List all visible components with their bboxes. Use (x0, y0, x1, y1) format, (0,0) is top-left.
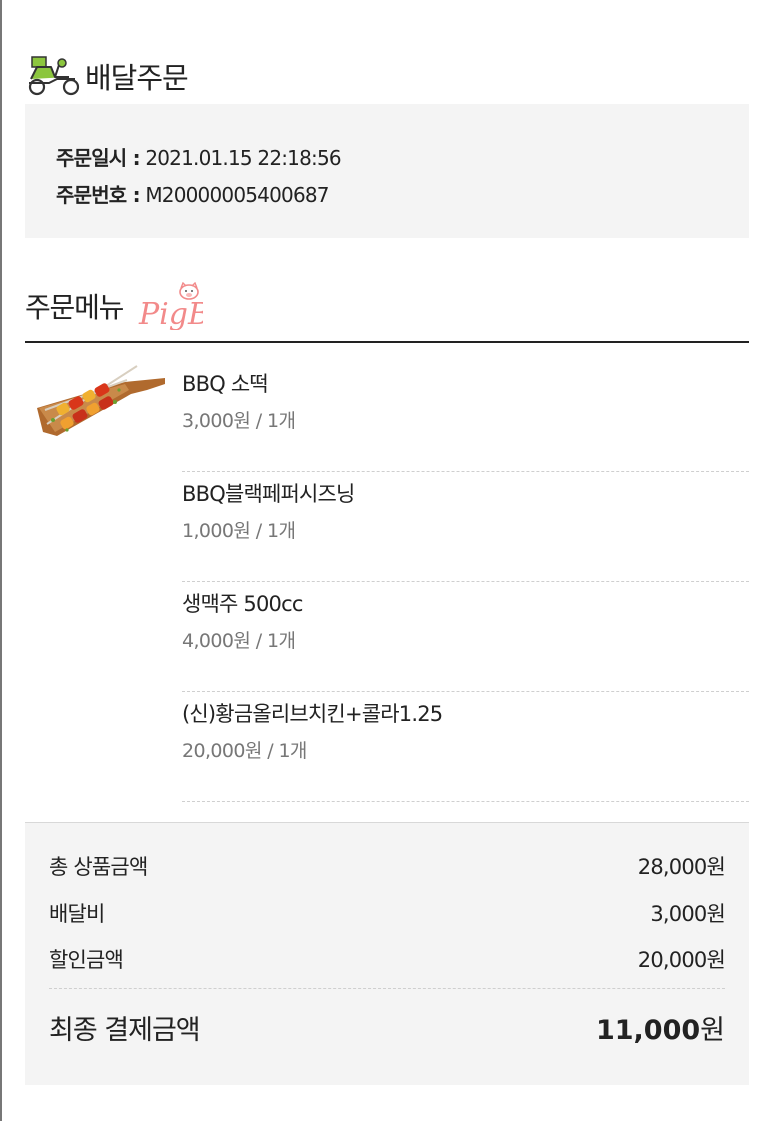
menu-item-name: 생맥주 500cc (182, 592, 303, 616)
payment-summary: 총 상품금액 28,000원 배달비 3,000원 할인금액 20,000원 최… (25, 822, 749, 1085)
order-number-label: 주문번호 : (56, 183, 141, 207)
total-row: 총 상품금액 28,000원 (49, 851, 726, 881)
discount-label: 할인금액 (49, 948, 124, 972)
final-amount: 11,000원 (596, 1008, 725, 1047)
menu-title-row: 주문메뉴 PigB (25, 282, 203, 330)
menu-item-name: BBQ 소떡 (182, 372, 269, 396)
order-date-row: 주문일시 : 2021.01.15 22:18:56 (56, 142, 342, 171)
order-number-value: M20000005400687 (139, 183, 329, 207)
final-amount-row: 최종 결제금액 11,000원 (49, 1008, 725, 1047)
summary-divider (49, 988, 725, 989)
order-date-label: 주문일시 : (56, 146, 141, 170)
delivery-fee-label: 배달비 (49, 902, 105, 926)
menu-item-name: BBQ블랙페퍼시즈닝 (182, 482, 355, 506)
final-amount-unit: 원 (700, 1015, 725, 1046)
menu-item-price: 20,000원 / 1개 (182, 740, 307, 762)
menu-item[interactable]: BBQ블랙페퍼시즈닝 1,000원 / 1개 (182, 471, 749, 582)
order-date-value: 2021.01.15 22:18:56 (139, 146, 341, 170)
menu-item-price: 4,000원 / 1개 (182, 630, 296, 652)
delivery-fee-row: 배달비 3,000원 (49, 898, 726, 928)
total-value: 28,000원 (637, 855, 726, 879)
discount-row: 할인금액 20,000원 (49, 944, 726, 974)
delivery-header: 배달주문 (25, 52, 189, 100)
menu-item-price: 3,000원 / 1개 (182, 410, 296, 432)
delivery-scooter-icon (28, 56, 80, 96)
menu-item-name: (신)황금올리브치킨+콜라1.25 (182, 702, 443, 726)
menu-item[interactable]: 생맥주 500cc 4,000원 / 1개 (182, 581, 749, 692)
order-info-box: 주문일시 : 2021.01.15 22:18:56 주문번호 : M20000… (25, 104, 749, 238)
total-label: 총 상품금액 (49, 855, 148, 879)
left-border (0, 0, 2, 1121)
final-label: 최종 결제금액 (49, 1015, 201, 1046)
final-amount-number: 11,000 (595, 1015, 701, 1046)
menu-item[interactable]: BBQ 소떡 3,000원 / 1개 (182, 361, 749, 472)
product-thumbnail[interactable] (27, 360, 165, 438)
menu-item[interactable]: (신)황금올리브치킨+콜라1.25 20,000원 / 1개 (182, 691, 749, 802)
discount-value: 20,000원 (637, 948, 726, 972)
delivery-fee-value: 3,000원 (650, 902, 725, 926)
pigb-logo: PigB (138, 282, 203, 330)
menu-item-price: 1,000원 / 1개 (182, 520, 296, 542)
menu-title: 주문메뉴 (25, 291, 124, 324)
order-number-row: 주문번호 : M20000005400687 (56, 179, 330, 208)
menu-divider (25, 341, 749, 343)
pigb-logo-text: PigB (138, 297, 203, 330)
delivery-title: 배달주문 (85, 61, 189, 95)
